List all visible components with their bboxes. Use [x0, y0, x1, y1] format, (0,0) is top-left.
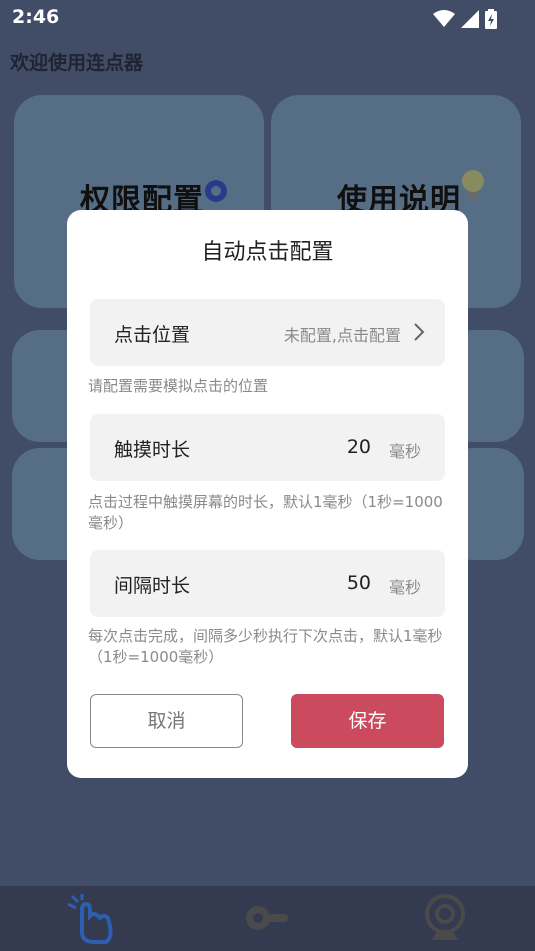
gear-icon: [200, 175, 232, 211]
tap-hand-icon[interactable]: [64, 894, 118, 950]
signal-icon: [461, 10, 479, 28]
click-position-row[interactable]: 点击位置 未配置,点击配置: [90, 299, 445, 366]
cancel-button[interactable]: 取消: [90, 694, 243, 748]
status-bar: 2:46: [0, 0, 535, 36]
lightbulb-icon: [457, 165, 489, 209]
interval-duration-row: 间隔时长 50 毫秒: [90, 550, 445, 617]
touch-duration-hint: 点击过程中触摸屏幕的时长，默认1毫秒（1秒=1000毫秒）: [88, 493, 443, 532]
app-title: 欢迎使用连点器: [10, 52, 144, 74]
touch-duration-label: 触摸时长: [114, 439, 191, 461]
interval-duration-hint: 每次点击完成，间隔多少秒执行下次点击，默认1毫秒（1秒=1000毫秒）: [88, 627, 443, 666]
touch-duration-unit: 毫秒: [388, 442, 421, 461]
battery-icon: [485, 9, 497, 29]
touch-duration-input[interactable]: 20: [347, 436, 371, 458]
interval-duration-input[interactable]: 50: [347, 572, 371, 594]
chevron-right-icon: [413, 322, 425, 346]
interval-duration-unit: 毫秒: [388, 578, 421, 597]
interval-duration-label: 间隔时长: [114, 575, 191, 597]
save-button[interactable]: 保存: [291, 694, 444, 748]
click-position-label: 点击位置: [114, 324, 191, 346]
touch-duration-row: 触摸时长 20 毫秒: [90, 414, 445, 481]
status-time: 2:46: [12, 6, 60, 28]
status-icons: [433, 9, 497, 29]
key-icon[interactable]: [244, 898, 292, 942]
webcam-icon[interactable]: [422, 892, 468, 948]
click-position-hint: 请配置需要模拟点击的位置: [88, 377, 269, 395]
wifi-icon: [433, 10, 455, 28]
bottom-nav: [0, 886, 535, 951]
dialog-title: 自动点击配置: [201, 240, 334, 265]
click-position-value: 未配置,点击配置: [283, 326, 401, 345]
auto-click-config-dialog: 自动点击配置 点击位置 未配置,点击配置 请配置需要模拟点击的位置 触摸时长 2…: [67, 210, 468, 778]
